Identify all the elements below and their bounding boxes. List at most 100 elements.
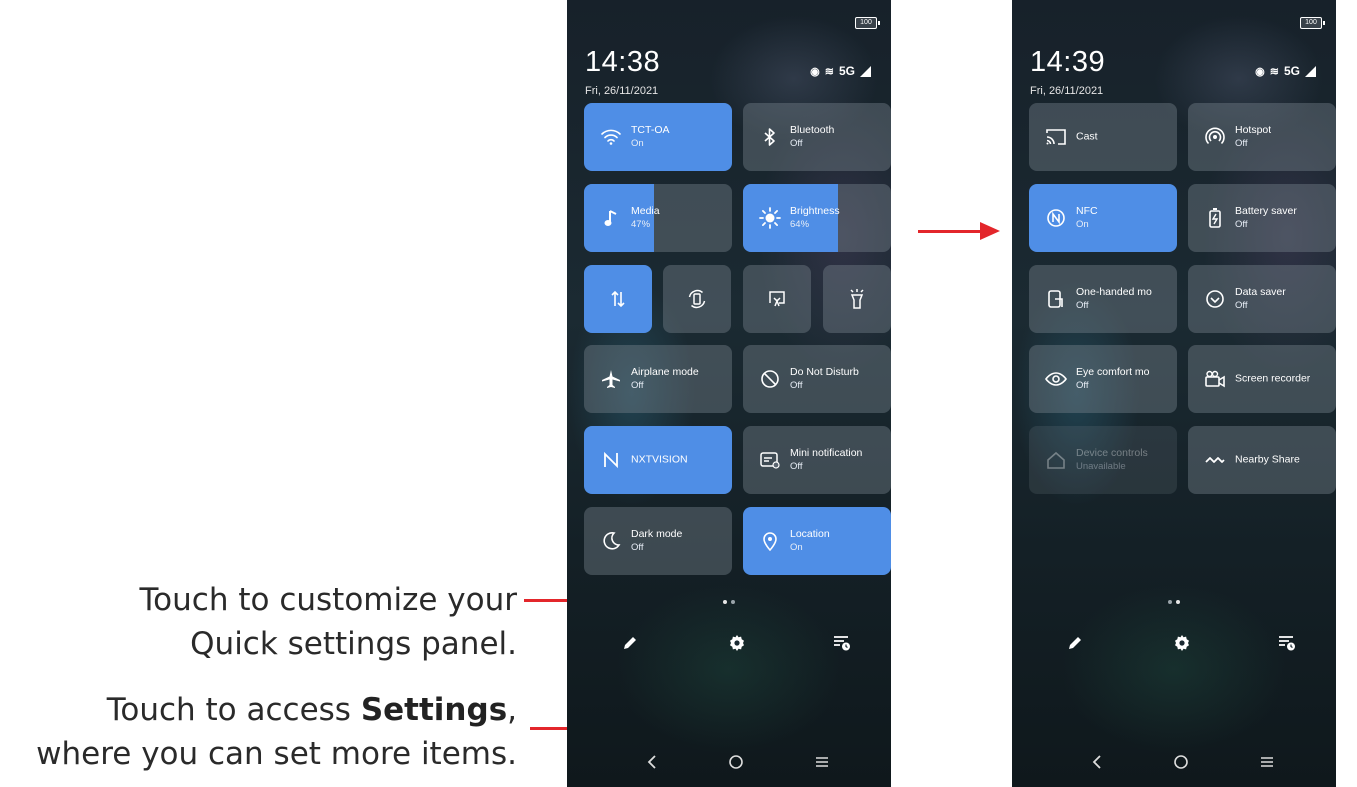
tile-location[interactable]: Location On: [743, 507, 891, 575]
wifi-status-icon: ≋: [824, 65, 834, 78]
tile-wifi-status: On: [631, 138, 644, 149]
pencil-icon[interactable]: [1062, 630, 1088, 656]
tile-dark-mode-status: Off: [631, 542, 644, 553]
tile-one-handed-status: Off: [1076, 300, 1089, 311]
date: Fri, 26/11/2021: [1030, 85, 1104, 97]
page-dot-1: [1168, 600, 1172, 604]
clock: 14:38: [585, 46, 661, 78]
nfc-status-icon: ◉: [1255, 65, 1265, 78]
date: Fri, 26/11/2021: [585, 85, 659, 97]
tile-screenshot[interactable]: [743, 265, 811, 333]
customize-caption: Touch to customize your Quick settings p…: [140, 578, 517, 666]
home-icon[interactable]: [721, 747, 751, 777]
tile-hotspot-label: Hotspot: [1235, 124, 1272, 136]
tile-data-saver[interactable]: Data saver Off: [1188, 265, 1336, 333]
status-icons: ◉ ≋ 5G: [1255, 64, 1316, 78]
gear-icon[interactable]: [1169, 630, 1195, 656]
navigation-bar: [1012, 747, 1336, 777]
menu-icon[interactable]: [807, 747, 837, 777]
tile-cast[interactable]: Cast: [1029, 103, 1177, 171]
tile-airplane-label: Airplane mode: [631, 366, 699, 378]
notification-schedule-icon[interactable]: [1274, 630, 1300, 656]
tile-one-handed[interactable]: One-handed mo Off: [1029, 265, 1177, 333]
nearby-share-icon: [1204, 449, 1226, 471]
page-dot-2: [731, 600, 735, 604]
airplane-icon: [600, 368, 622, 390]
tile-nxtvision-label: NXTVISION: [631, 453, 688, 466]
tile-cast-label: Cast: [1076, 130, 1098, 143]
tile-screen-recorder[interactable]: Screen recorder: [1188, 345, 1336, 413]
tile-wifi[interactable]: TCT-OA On: [584, 103, 732, 171]
nfc-status-icon: ◉: [810, 65, 820, 78]
battery-saver-icon: [1204, 207, 1226, 229]
tile-mobile-data[interactable]: [584, 265, 652, 333]
tile-battery-saver-label: Battery saver: [1235, 205, 1297, 217]
tile-battery-saver[interactable]: Battery saver Off: [1188, 184, 1336, 252]
settings-caption-post: ,: [507, 692, 517, 728]
next-arrow-shaft: [918, 230, 982, 233]
gear-icon[interactable]: [724, 630, 750, 656]
one-handed-icon: [1045, 288, 1067, 310]
page-dot-2: [1176, 600, 1180, 604]
tile-eye-comfort-label: Eye comfort mo: [1076, 366, 1150, 378]
tile-nxtvision[interactable]: NXTVISION: [584, 426, 732, 494]
tile-mini-notification[interactable]: Mini notification Off: [743, 426, 891, 494]
page-dot-1: [723, 600, 727, 604]
nfc-icon: [1045, 207, 1067, 229]
home-icon[interactable]: [1166, 747, 1196, 777]
back-icon[interactable]: [1082, 747, 1112, 777]
tile-data-saver-status: Off: [1235, 300, 1248, 311]
tile-brightness-label: Brightness: [790, 205, 840, 217]
tile-location-status: On: [790, 542, 803, 553]
tile-wifi-label: TCT-OA: [631, 124, 670, 136]
tile-eye-comfort[interactable]: Eye comfort mo Off: [1029, 345, 1177, 413]
signal-icon: [1305, 65, 1316, 77]
notification-schedule-icon[interactable]: [829, 630, 855, 656]
customize-caption-line1: Touch to customize your: [139, 582, 517, 618]
tile-screen-recorder-label: Screen recorder: [1235, 372, 1311, 385]
data-arrows-icon: [607, 288, 629, 310]
status-icons: ◉ ≋ 5G: [810, 64, 871, 78]
tile-flashlight[interactable]: [823, 265, 891, 333]
bluetooth-icon: [759, 126, 781, 148]
tile-media[interactable]: Media 47%: [584, 184, 732, 252]
hotspot-icon: [1204, 126, 1226, 148]
pencil-icon[interactable]: [617, 630, 643, 656]
tile-hotspot-status: Off: [1235, 138, 1248, 149]
dnd-icon: [759, 368, 781, 390]
tile-brightness-status: 64%: [790, 219, 810, 230]
back-icon[interactable]: [637, 747, 667, 777]
settings-caption-line2: where you can set more items.: [36, 736, 517, 772]
home-device-icon: [1045, 449, 1067, 471]
page-indicator: [1168, 600, 1180, 604]
tile-device-controls: Device controls Unavailable: [1029, 426, 1177, 494]
signal-icon: [860, 65, 871, 77]
tile-bluetooth[interactable]: Bluetooth Off: [743, 103, 891, 171]
menu-icon[interactable]: [1252, 747, 1282, 777]
cast-icon: [1045, 126, 1067, 148]
network-type: 5G: [838, 64, 855, 78]
tile-nearby-share-label: Nearby Share: [1235, 453, 1300, 466]
clock: 14:39: [1030, 46, 1106, 78]
tile-data-saver-label: Data saver: [1235, 286, 1286, 298]
tile-auto-rotate[interactable]: [663, 265, 731, 333]
tile-mini-notification-status: Off: [790, 461, 803, 472]
battery-indicator: 100: [1300, 17, 1325, 29]
tile-nearby-share[interactable]: Nearby Share: [1188, 426, 1336, 494]
sun-icon: [759, 207, 781, 229]
tile-dnd[interactable]: Do Not Disturb Off: [743, 345, 891, 413]
tile-dark-mode[interactable]: Dark mode Off: [584, 507, 732, 575]
phone-screen-2: 100 14:39 Fri, 26/11/2021 ◉ ≋ 5G Cast Ho…: [1012, 0, 1336, 787]
tile-airplane[interactable]: Airplane mode Off: [584, 345, 732, 413]
tile-nfc[interactable]: NFC On: [1029, 184, 1177, 252]
tile-nfc-label: NFC: [1076, 205, 1098, 217]
next-arrow-head: [980, 222, 1000, 240]
tile-hotspot[interactable]: Hotspot Off: [1188, 103, 1336, 171]
tile-location-label: Location: [790, 528, 830, 540]
wifi-status-icon: ≋: [1269, 65, 1279, 78]
tile-battery-saver-status: Off: [1235, 219, 1248, 230]
tile-device-controls-label: Device controls: [1076, 447, 1148, 459]
tile-dnd-label: Do Not Disturb: [790, 366, 859, 378]
tile-brightness[interactable]: Brightness 64%: [743, 184, 891, 252]
tile-dnd-status: Off: [790, 380, 803, 391]
